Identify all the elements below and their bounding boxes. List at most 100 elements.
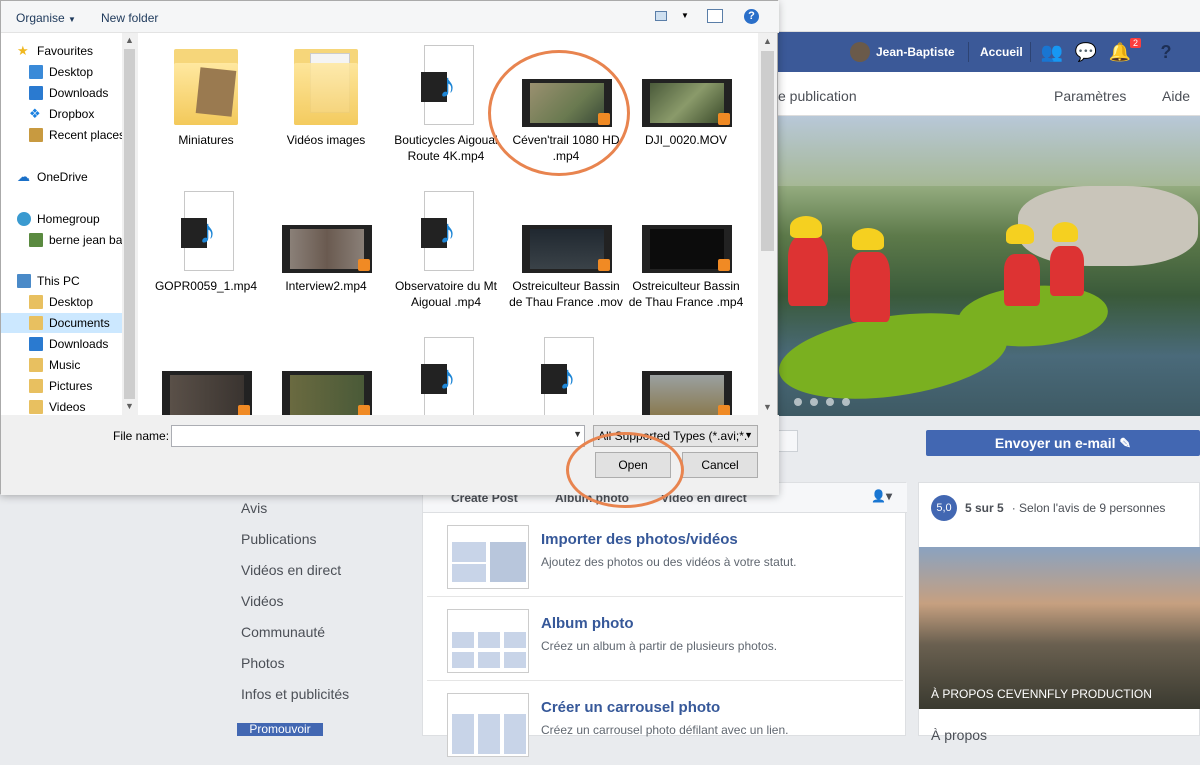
file-item-ostreiculteur-mp4[interactable]: Ostreiculteur Bassin de Thau France .mp4 (627, 187, 745, 310)
nav-homegroup[interactable]: Homegroup (17, 209, 100, 229)
file-name: Vidéos images (286, 133, 366, 147)
page-subnav: e publication Paramètres Aide (778, 72, 1200, 116)
messenger-icon[interactable]: 💬 (1074, 40, 1098, 64)
scroll-up-icon[interactable]: ▲ (122, 33, 137, 48)
help-icon[interactable]: ? (1154, 40, 1178, 64)
file-item-ostreiculteur-mov[interactable]: Ostreiculteur Bassin de Thau France .mov (507, 187, 625, 310)
video-thumbnail-icon (160, 333, 252, 415)
desktop-icon (29, 65, 43, 79)
file-name-input[interactable]: ▼ (171, 425, 585, 447)
composer-option-import[interactable]: Importer des photos/vidéos Ajoutez des p… (427, 515, 903, 597)
pencil-icon: ✎ (1119, 435, 1132, 451)
composer-option-album[interactable]: Album photo Créez un album à partir de p… (427, 599, 903, 681)
nav-desktop-pc[interactable]: Desktop (29, 292, 93, 312)
organise-button[interactable]: Organise ▼ (16, 11, 76, 25)
option-desc: Créez un carrousel photo défilant avec u… (541, 723, 789, 737)
nav-documents[interactable]: Documents (1, 313, 122, 333)
nav-desktop-fav[interactable]: Desktop (29, 62, 93, 82)
preview-pane-icon[interactable] (707, 9, 723, 23)
option-title: Créer un carrousel photo (541, 699, 721, 716)
video-thumbnail-icon (640, 41, 732, 129)
nav-label: Pictures (49, 379, 93, 393)
file-scrollbar[interactable]: ▲ ▼ (758, 33, 777, 415)
file-item-videos-images[interactable]: Vidéos images (267, 41, 385, 149)
file-item-gopr0059[interactable]: ♪ GOPR0059_1.mp4 (147, 187, 265, 295)
cover-photo[interactable] (778, 116, 1200, 416)
scroll-down-icon[interactable]: ▼ (122, 399, 137, 414)
subnav-settings[interactable]: Paramètres (1054, 88, 1126, 104)
file-item-miniatures[interactable]: Miniatures (147, 41, 265, 149)
file-list: Miniatures Vidéos images ♪ Bouticycles A… (138, 33, 758, 415)
nav-music[interactable]: Music (29, 355, 80, 375)
option-desc: Ajoutez des photos ou des vidéos à votre… (541, 555, 797, 569)
scroll-thumb[interactable] (124, 49, 135, 399)
menu-item-infos-pubs[interactable]: Infos et publicités (241, 686, 349, 702)
chevron-down-icon: ▼ (68, 15, 76, 24)
file-item-row3-3[interactable]: ♪ (387, 333, 505, 415)
promote-button[interactable]: Promouvoir (237, 723, 323, 736)
subnav-publication[interactable]: e publication (778, 88, 857, 104)
menu-item-photos[interactable]: Photos (241, 655, 285, 671)
downloads-icon (29, 86, 43, 100)
file-item-interview2[interactable]: Interview2.mp4 (267, 187, 385, 295)
star-icon: ★ (17, 43, 29, 58)
nav-downloads-pc[interactable]: Downloads (29, 334, 108, 354)
more-button[interactable] (778, 430, 798, 452)
nav-videos[interactable]: Videos (29, 397, 85, 415)
subnav-help[interactable]: Aide (1162, 88, 1190, 104)
file-item-ceventrail[interactable]: Céven'trail 1080 HD .mp4 (507, 41, 625, 164)
nav-this-pc[interactable]: This PC (17, 271, 80, 291)
menu-item-videos[interactable]: Vidéos (241, 593, 284, 609)
nav-label: Desktop (49, 65, 94, 79)
scroll-thumb[interactable] (761, 51, 774, 251)
chevron-down-icon[interactable]: ▼ (573, 429, 582, 439)
file-item-row3-5[interactable] (627, 333, 745, 415)
composer-option-carousel[interactable]: Créer un carrousel photo Créez un carrou… (427, 683, 903, 765)
view-options-icon[interactable] (655, 11, 667, 21)
dropbox-icon: ❖ (29, 106, 41, 121)
notifications-icon[interactable]: 🔔 (1108, 40, 1132, 64)
nav-label: OneDrive (37, 170, 88, 184)
help-icon[interactable]: ? (744, 9, 759, 24)
file-item-observatoire[interactable]: ♪ Observatoire du Mt Aigoual .mp4 (387, 187, 505, 310)
menu-item-publications[interactable]: Publications (241, 531, 317, 547)
file-item-row3-4[interactable]: ♪ (507, 333, 625, 415)
cancel-button[interactable]: Cancel (682, 452, 758, 478)
nav-downloads-fav[interactable]: Downloads (29, 83, 108, 103)
new-folder-button[interactable]: New folder (101, 11, 158, 25)
folder-icon (160, 41, 252, 129)
friends-icon[interactable]: 👥 (1040, 40, 1064, 64)
profile-link[interactable]: Jean-Baptiste (850, 42, 955, 62)
scroll-down-icon[interactable]: ▼ (758, 399, 777, 415)
home-link[interactable]: Accueil (980, 45, 1023, 59)
file-name: GOPR0059_1.mp4 (154, 279, 258, 293)
rating-summary[interactable]: 5,0 5 sur 5 · Selon l'avis de 9 personne… (931, 495, 1165, 521)
nav-recent-places[interactable]: Recent places (29, 125, 125, 145)
menu-item-communaute[interactable]: Communauté (241, 624, 325, 640)
nav-scrollbar[interactable]: ▲ ▼ (122, 33, 137, 415)
carousel-dots[interactable] (794, 398, 850, 406)
about-photo[interactable]: À PROPOS CEVENNFLY PRODUCTION (919, 547, 1200, 709)
fb-left-menu: Avis Publications Vidéos en direct Vidéo… (0, 494, 422, 736)
file-type-select[interactable]: All Supported Types (*.avi;*. ▼ (593, 425, 758, 447)
nav-pictures[interactable]: Pictures (29, 376, 92, 396)
file-name-label: File name: (113, 429, 170, 443)
send-email-button[interactable]: Envoyer un e-mail ✎ (926, 430, 1200, 456)
nav-dropbox[interactable]: ❖ Dropbox (29, 104, 94, 124)
view-dropdown-icon[interactable]: ▼ (677, 9, 693, 23)
nav-favourites[interactable]: ★ Favourites (17, 41, 93, 61)
open-button[interactable]: Open (595, 452, 671, 478)
scroll-up-icon[interactable]: ▲ (758, 33, 777, 49)
menu-item-videos-direct[interactable]: Vidéos en direct (241, 562, 341, 578)
file-item-row3-1[interactable] (147, 333, 265, 415)
menu-item-avis[interactable]: Avis (241, 500, 267, 516)
nav-berne-jean-bap[interactable]: berne jean bap (29, 230, 129, 250)
cover-person (850, 252, 890, 322)
file-item-dji-0020[interactable]: DJI_0020.MOV (627, 41, 745, 149)
file-item-row3-2[interactable] (267, 333, 385, 415)
file-item-bouticycles[interactable]: ♪ Bouticycles Aigoual Route 4K.mp4 (387, 41, 505, 164)
nav-onedrive[interactable]: ☁ OneDrive (17, 167, 88, 187)
audience-selector-icon[interactable]: 👤▾ (871, 489, 892, 503)
fb-header: Jean-Baptiste Accueil 👥 💬 🔔 2 ? (778, 32, 1200, 72)
cover-person (1050, 246, 1084, 296)
